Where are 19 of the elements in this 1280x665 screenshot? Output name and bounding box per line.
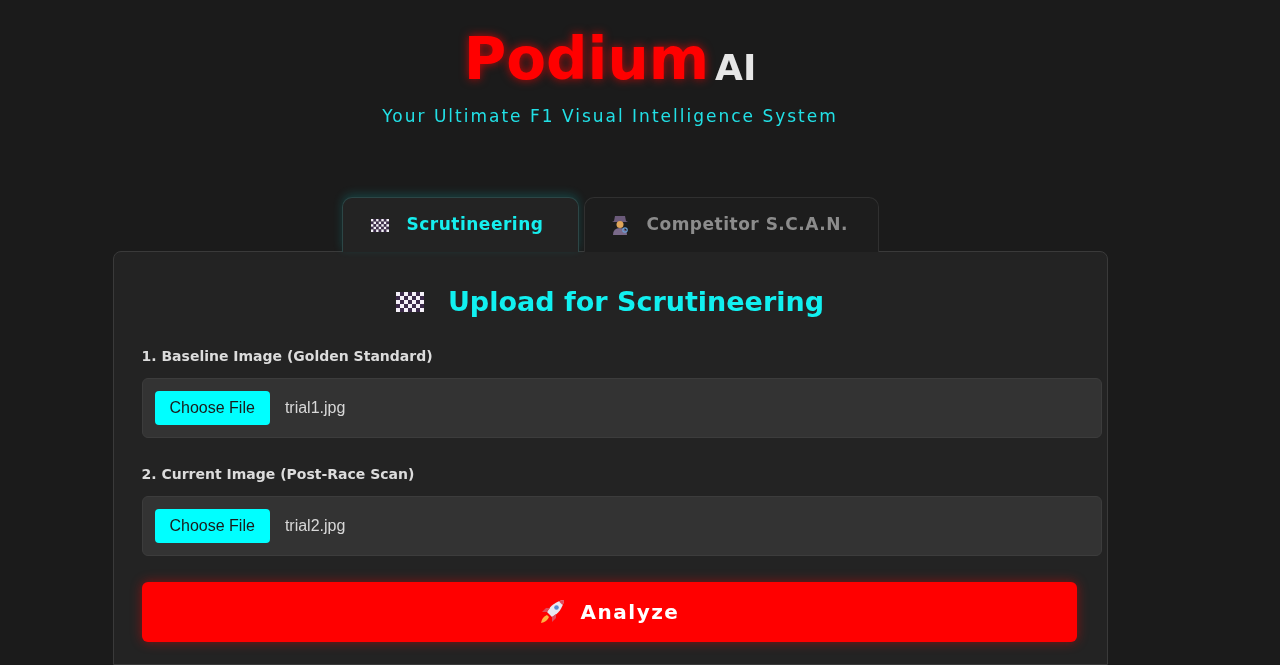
checkered-flag-icon — [395, 292, 424, 312]
rocket-icon — [538, 599, 565, 625]
checkered-flag-icon — [370, 218, 389, 232]
choose-file-button[interactable]: Choose File — [154, 391, 270, 425]
brand-suffix: AI — [715, 50, 757, 86]
tagline: Your Ultimate F1 Visual Intelligence System — [382, 105, 838, 128]
choose-file-button[interactable]: Choose File — [154, 509, 270, 543]
file-name: trial1.jpg — [284, 398, 346, 418]
brand-title: Podium — [463, 30, 710, 88]
field-label: 1. Baseline Image (Golden Standard) — [141, 347, 434, 366]
file-input[interactable]: Choose File trial1.jpg — [141, 378, 1102, 438]
tab[interactable]: Competitor S.C.A.N. — [583, 197, 879, 252]
tab[interactable]: Scrutineering — [341, 197, 579, 252]
panel-heading: Upload for Scrutineering — [447, 285, 825, 319]
file-name: trial2.jpg — [284, 516, 346, 536]
file-input[interactable]: Choose File trial2.jpg — [141, 496, 1102, 556]
field-label: 2. Current Image (Post-Race Scan) — [141, 465, 416, 484]
analyze-button[interactable]: Analyze — [141, 582, 1077, 642]
detective-icon — [610, 215, 629, 235]
